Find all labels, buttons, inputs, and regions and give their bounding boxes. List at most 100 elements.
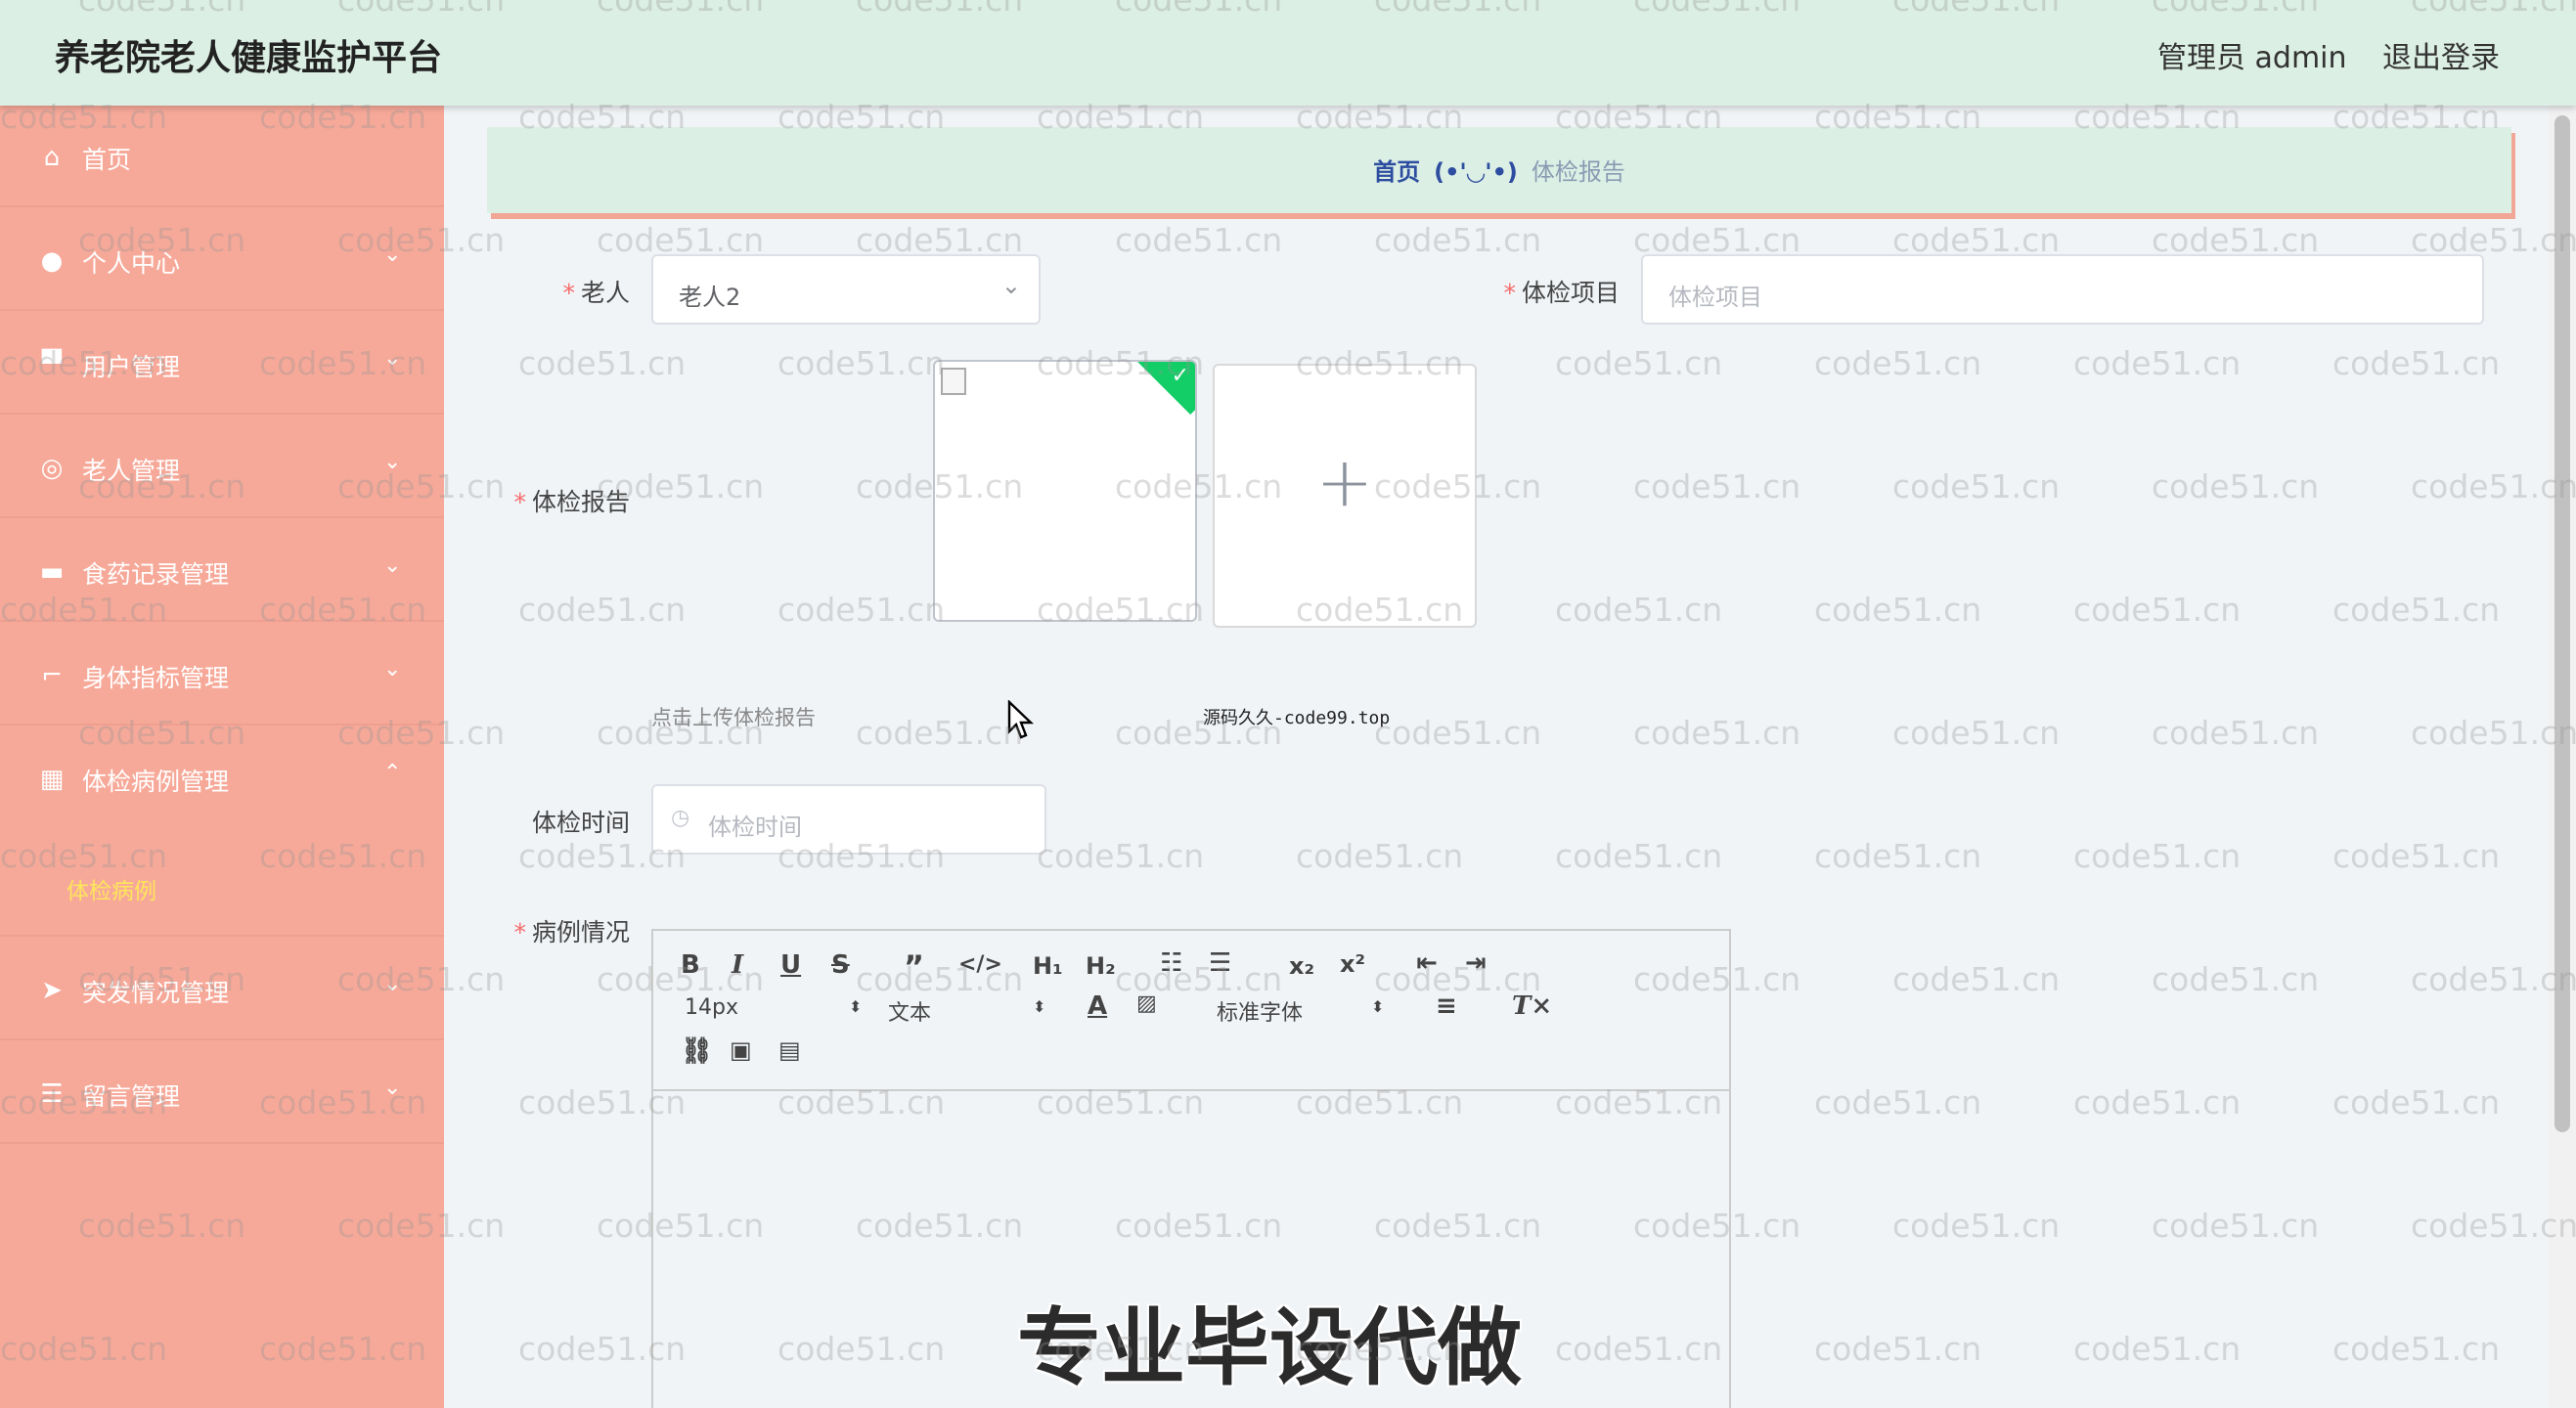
watermark: code51.cn — [1037, 837, 1205, 875]
watermark: code51.cn — [2152, 467, 2320, 506]
chevron-down-icon: ⌄ — [383, 242, 402, 267]
chevron-down-icon: ⌄ — [383, 553, 402, 578]
header-select[interactable]: 文本 ⬍ — [888, 995, 1045, 1027]
watermark: code51.cn — [1555, 344, 1723, 382]
code-block-button[interactable]: </> — [958, 952, 1002, 977]
admin-label: 管理员 admin — [2157, 41, 2347, 75]
ordered-list-button[interactable]: ☷ — [1160, 948, 1182, 978]
sidebar-subitem-exam-case[interactable]: 体检病例 — [0, 829, 444, 937]
watermark: code51.cn — [1892, 960, 2061, 998]
upload-button[interactable]: + — [1213, 364, 1477, 628]
watermark: code51.cn — [777, 591, 946, 629]
bold-button[interactable]: B — [681, 950, 700, 980]
background-color-button[interactable]: ▨ — [1136, 991, 1157, 1016]
breadcrumb: 首页 (•'◡'•) 体检报告 — [487, 127, 2511, 213]
top-header: 养老院老人健康监护平台 管理员 admin 退出登录 — [0, 0, 2576, 106]
watermark: code51.cn — [1633, 714, 1801, 752]
source-tag: 源码久久-code99.top — [1203, 708, 1391, 728]
watermark: code51.cn — [1814, 591, 1982, 629]
logout-button[interactable]: 退出登录 — [2382, 33, 2500, 76]
plus-icon: + — [1315, 442, 1374, 522]
editor-toolbar: B I U S ” </> H₁ H₂ ☷ ☰ x₂ x² ⇤ ⇥ 14px ⬍ … — [653, 931, 1729, 1091]
watermark: code51.cn — [777, 344, 946, 382]
project-label: * 体检项目 — [1503, 279, 1620, 307]
uploaded-report-thumbnail[interactable]: ✓ — [933, 360, 1197, 622]
superscript-button[interactable]: x² — [1340, 950, 1365, 978]
watermark: code51.cn — [1892, 1207, 2061, 1245]
grid-icon: ▦ — [39, 765, 65, 794]
sidebar-item-label: 个人中心 — [82, 249, 181, 278]
sidebar-item-exam-cases[interactable]: ▦ 体检病例管理 ⌃ — [0, 727, 444, 829]
watermark: code51.cn — [1555, 837, 1723, 875]
h2-button[interactable]: H₂ — [1086, 952, 1116, 980]
breadcrumb-emoticon: (•'◡'•) — [1434, 158, 1518, 186]
watermark: code51.cn — [2332, 1330, 2501, 1368]
case-label: * 病例情况 — [513, 918, 630, 946]
watermark: code51.cn — [1115, 221, 1283, 259]
sidebar: ⌂ 首页 ● 个人中心 ⌄ ▀ 用户管理 ⌄ ◎ 老人管理 ⌄ ▬ 食药记录管理… — [0, 106, 444, 1408]
sidebar-item-profile[interactable]: ● 个人中心 ⌄ — [0, 209, 444, 311]
align-button[interactable]: ≡ — [1436, 991, 1457, 1021]
chevron-down-icon: ⌄ — [383, 972, 402, 996]
link-icon[interactable]: ⛓ — [681, 1036, 713, 1066]
watermark: code51.cn — [2332, 1083, 2501, 1122]
watermark: code51.cn — [1892, 467, 2061, 506]
sidebar-item-messages[interactable]: ☰ 留言管理 ⌄ — [0, 1042, 444, 1144]
elder-select[interactable]: 老人2 ⌄ — [651, 254, 1041, 325]
elder-label: * 老人 — [562, 279, 630, 307]
breadcrumb-home[interactable]: 首页 — [1373, 158, 1420, 186]
sidebar-item-label: 用户管理 — [82, 353, 181, 381]
image-icon[interactable]: ▣ — [730, 1036, 752, 1064]
font-family-select[interactable]: 标准字体 ⬍ — [1217, 995, 1393, 1027]
watermark: code51.cn — [518, 344, 687, 382]
h1-button[interactable]: H₁ — [1033, 952, 1063, 980]
watermark: code51.cn — [2073, 837, 2242, 875]
outdent-button[interactable]: ⇤ — [1416, 948, 1438, 978]
sidebar-item-label: 留言管理 — [82, 1082, 181, 1111]
font-color-button[interactable]: A — [1088, 991, 1107, 1021]
sidebar-item-body-metrics[interactable]: ⌐ 身体指标管理 ⌄ — [0, 624, 444, 726]
watermark: code51.cn — [2152, 960, 2320, 998]
video-icon[interactable]: ▤ — [778, 1036, 801, 1064]
bullet-list-button[interactable]: ☰ — [1209, 948, 1231, 978]
blockquote-button[interactable]: ” — [904, 948, 924, 986]
watermark: code51.cn — [2073, 591, 2242, 629]
font-size-select[interactable]: 14px ⬍ — [685, 995, 862, 1020]
strike-button[interactable]: S — [831, 950, 850, 980]
watermark: code51.cn — [518, 591, 687, 629]
clear-format-button[interactable]: T× — [1512, 991, 1552, 1021]
sidebar-item-elders[interactable]: ◎ 老人管理 ⌄ — [0, 417, 444, 518]
watermark: code51.cn — [2073, 1330, 2242, 1368]
time-label: 体检时间 — [531, 809, 630, 837]
subscript-button[interactable]: x₂ — [1289, 952, 1314, 980]
send-icon: ➤ — [41, 976, 63, 1005]
watermark: code51.cn — [2332, 591, 2501, 629]
sidebar-item-label: 食药记录管理 — [82, 560, 230, 589]
scrollbar-thumb[interactable] — [2554, 115, 2570, 1132]
indent-button[interactable]: ⇥ — [1465, 948, 1487, 978]
sidebar-item-users[interactable]: ▀ 用户管理 ⌄ — [0, 313, 444, 415]
chevron-down-icon: ⌄ — [383, 657, 402, 682]
chevron-up-icon: ⌃ — [383, 761, 402, 785]
sidebar-item-label: 身体指标管理 — [82, 664, 230, 692]
project-input[interactable]: 体检项目 — [1641, 254, 2484, 325]
sidebar-item-medication[interactable]: ▬ 食药记录管理 ⌄ — [0, 520, 444, 622]
promo-text: 专业毕设代做 — [1017, 1299, 1522, 1397]
monitor-icon: ▬ — [39, 557, 65, 587]
italic-button[interactable]: I — [732, 950, 743, 980]
underline-button[interactable]: U — [780, 950, 801, 980]
sidebar-item-emergencies[interactable]: ➤ 突发情况管理 ⌄ — [0, 939, 444, 1040]
watermark: code51.cn — [2073, 1083, 2242, 1122]
broken-image-icon — [941, 368, 966, 395]
watermark: code51.cn — [2073, 344, 2242, 382]
scrollbar[interactable] — [2549, 106, 2576, 1408]
watermark: code51.cn — [1555, 591, 1723, 629]
time-picker[interactable]: ◷ 体检时间 — [651, 784, 1046, 855]
report-label: * 体检报告 — [513, 488, 630, 516]
list-icon: ☰ — [40, 1079, 64, 1109]
mouse-cursor-icon — [1007, 700, 1034, 739]
watermark: code51.cn — [1892, 714, 2061, 752]
watermark: code51.cn — [2332, 837, 2501, 875]
sidebar-item-home[interactable]: ⌂ 首页 — [0, 106, 444, 207]
elder-select-value: 老人2 — [679, 284, 741, 311]
